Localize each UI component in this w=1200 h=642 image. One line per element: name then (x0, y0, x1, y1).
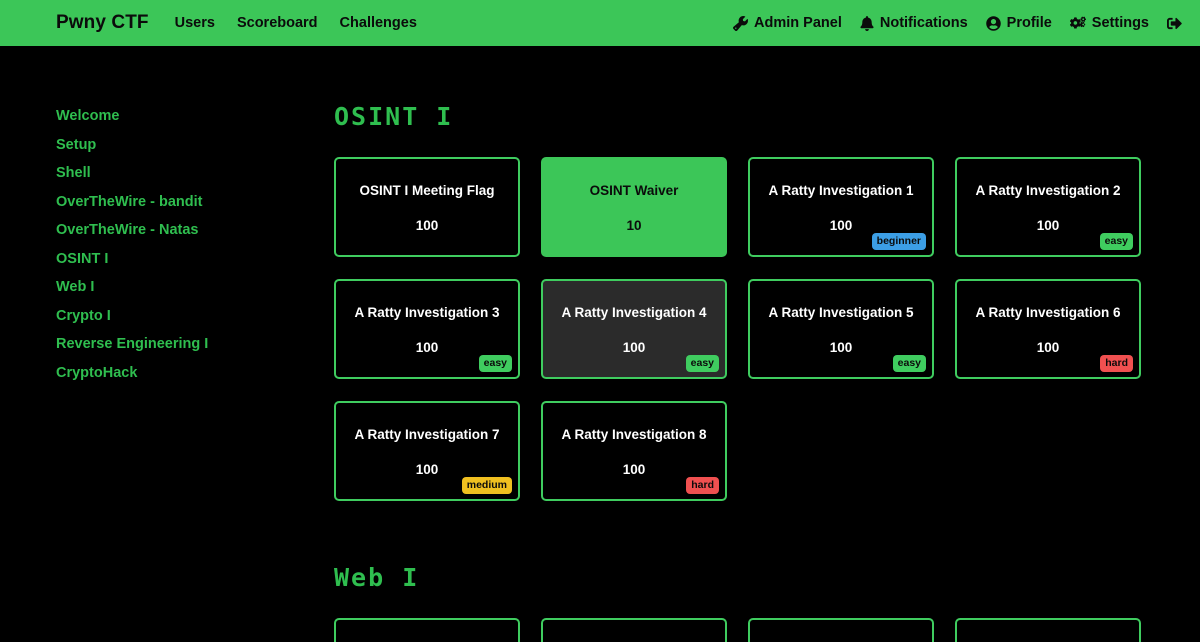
challenge-card[interactable]: A Ratty Investigation 4 100 easy (541, 279, 727, 379)
nav-link-challenges[interactable]: Challenges (340, 15, 417, 31)
challenge-name: OSINT Waiver (589, 183, 679, 199)
challenge-points: 100 (622, 339, 646, 355)
difficulty-badge: easy (478, 354, 512, 372)
sidebar-item-setup[interactable]: Setup (56, 137, 96, 153)
sidebar-item-reverse-engineering-i[interactable]: Reverse Engineering I (56, 336, 208, 352)
nav-link-label: Notifications (879, 15, 968, 31)
challenge-name: OSINT I Meeting Flag (359, 183, 495, 199)
difficulty-badge: beginner (871, 232, 926, 250)
challenge-points: 100 (1036, 339, 1060, 355)
difficulty-badge: hard (1100, 354, 1133, 372)
sidebar-item-welcome[interactable]: Welcome (56, 108, 119, 124)
sidebar-item-overthewire-bandit[interactable]: OverTheWire - bandit (56, 194, 203, 210)
primary-nav: Users Scoreboard Challenges (175, 15, 417, 31)
difficulty-badge: medium (461, 476, 512, 494)
brand-logo[interactable]: Pwny CTF (56, 12, 149, 34)
challenge-card[interactable]: A Ratty Investigation 7 100 medium (334, 401, 520, 501)
sidebar-item-shell[interactable]: Shell (56, 165, 91, 181)
challenge-card[interactable]: A Ratty Investigation 2 100 easy (955, 157, 1141, 257)
challenge-card[interactable]: A Ratty Investigation 8 100 hard (541, 401, 727, 501)
nav-link-label: Scoreboard (236, 15, 318, 31)
challenge-name: A Ratty Investigation 8 (561, 427, 707, 443)
section-title: Web I (334, 563, 420, 592)
difficulty-badge: easy (892, 354, 926, 372)
challenge-card[interactable]: A Ratty Investigation 3 100 easy (334, 279, 520, 379)
page-body: Welcome Setup Shell OverTheWire - bandit Ove… (0, 46, 1200, 642)
nav-link-scoreboard[interactable]: Scoreboard (237, 15, 318, 31)
challenge-card[interactable]: OSINT I Meeting Flag 100 (334, 157, 520, 257)
nav-link-profile[interactable]: Profile (985, 15, 1052, 31)
bell-icon (860, 15, 874, 31)
challenge-grid: Inspect Me 150 Inspect Me 250 Inspect Me 3… (334, 618, 1152, 642)
challenge-name: A Ratty Investigation 3 (354, 305, 500, 321)
challenge-name: A Ratty Investigation 7 (354, 427, 500, 443)
sidebar-item-osint-i[interactable]: OSINT I (56, 251, 108, 267)
challenge-card[interactable]: A Ratty Investigation 1 100 beginner (748, 157, 934, 257)
challenge-name: A Ratty Investigation 5 (768, 305, 914, 321)
difficulty-badge: hard (686, 476, 719, 494)
challenge-grid: OSINT I Meeting Flag 100 OSINT Waiver 10 A R… (334, 157, 1152, 501)
challenge-name: A Ratty Investigation 1 (768, 183, 914, 199)
challenge-name: A Ratty Investigation 6 (975, 305, 1121, 321)
nav-link-admin-panel[interactable]: Admin Panel (733, 15, 842, 31)
secondary-nav: Admin Panel Notifications Profile Settings (733, 15, 1182, 31)
sidebar-nav: Welcome Setup Shell OverTheWire - bandit Ove… (0, 46, 325, 642)
challenge-card[interactable]: OSINT Waiver 10 (541, 157, 727, 257)
sidebar-item-crypto-i[interactable]: Crypto I (56, 308, 111, 324)
challenge-card[interactable]: A Ratty Investigation 5 100 easy (748, 279, 934, 379)
challenge-points: 10 (626, 217, 642, 233)
challenge-points: 100 (415, 461, 439, 477)
sidebar-item-web-i[interactable]: Web I (56, 279, 94, 295)
challenge-card[interactable]: Inspect Me 250 (541, 618, 727, 642)
challenge-card[interactable]: A Ratty Investigation 6 100 hard (955, 279, 1141, 379)
nav-link-users[interactable]: Users (175, 15, 215, 31)
challenge-points: 100 (415, 339, 439, 355)
difficulty-badge: easy (1099, 232, 1133, 250)
challenge-name: A Ratty Investigation 4 (561, 305, 707, 321)
challenge-section: Web IInspect Me 150Inspect Me 250Inspect… (334, 563, 1152, 642)
wrench-icon (733, 15, 748, 31)
nav-link-label: Settings (1091, 15, 1149, 31)
sign-out-icon (1167, 16, 1182, 31)
difficulty-badge: easy (685, 354, 719, 372)
nav-link-label: Users (174, 15, 215, 31)
nav-link-sign-out-icon[interactable] (1167, 16, 1182, 31)
challenges-content: OSINT I OSINT I Meeting Flag 100 OSINT Waiv… (325, 46, 1200, 642)
challenge-points: 100 (622, 461, 646, 477)
challenge-points: 100 (415, 217, 439, 233)
nav-link-label: Profile (1006, 15, 1052, 31)
challenge-card[interactable]: Inspect Me 450 (955, 618, 1141, 642)
sidebar-item-overthewire-natas[interactable]: OverTheWire - Natas (56, 222, 199, 238)
challenge-card[interactable]: Inspect Me 150 (334, 618, 520, 642)
sidebar-item-cryptohack[interactable]: CryptoHack (56, 365, 137, 381)
challenge-points: 100 (1036, 217, 1060, 233)
nav-link-notifications[interactable]: Notifications (860, 15, 968, 31)
section-title: OSINT I (334, 102, 454, 131)
challenge-points: 100 (829, 217, 853, 233)
top-navbar: Pwny CTF Users Scoreboard Challenges Admin… (0, 0, 1200, 46)
cogs-icon (1069, 16, 1086, 30)
nav-link-label: Admin Panel (754, 15, 842, 31)
user-circle-icon (985, 15, 1001, 31)
challenge-card[interactable]: Inspect Me 350 (748, 618, 934, 642)
nav-link-label: Challenges (339, 15, 417, 31)
challenge-name: A Ratty Investigation 2 (975, 183, 1121, 199)
nav-link-settings[interactable]: Settings (1069, 15, 1149, 31)
challenge-points: 100 (829, 339, 853, 355)
challenge-section: OSINT I OSINT I Meeting Flag 100 OSINT Waiv… (334, 102, 1152, 501)
